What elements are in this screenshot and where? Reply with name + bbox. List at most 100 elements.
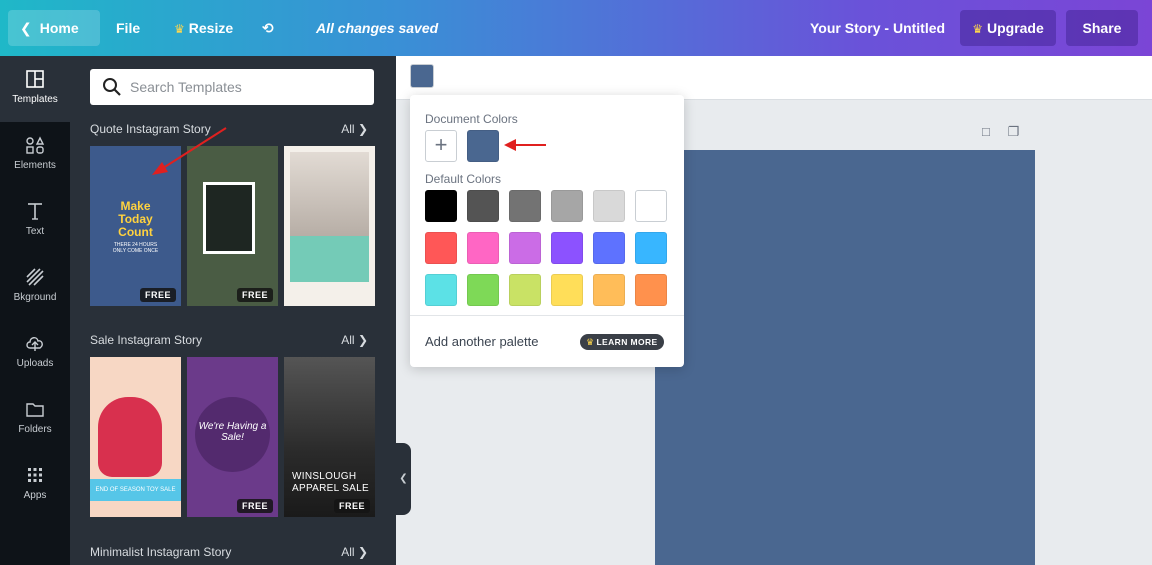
home-button[interactable]: ❮ Home xyxy=(8,10,100,46)
rail-item-background[interactable]: Bkground xyxy=(0,254,70,320)
resize-label: Resize xyxy=(188,20,234,36)
see-all-link[interactable]: All ❯ xyxy=(341,545,368,559)
rail-item-uploads[interactable]: Uploads xyxy=(0,320,70,386)
teddy-bear-image xyxy=(98,397,162,477)
rail-label: Templates xyxy=(12,94,58,105)
default-color-swatch[interactable] xyxy=(467,274,499,306)
upgrade-button[interactable]: ♛ Upgrade xyxy=(960,10,1056,46)
rail-item-folders[interactable]: Folders xyxy=(0,386,70,452)
rail-label: Folders xyxy=(18,424,52,435)
collapse-panel-button[interactable]: ❮ xyxy=(396,443,411,515)
see-all-link[interactable]: All ❯ xyxy=(341,333,368,347)
thumbnail-photo xyxy=(290,152,369,236)
color-picker-popover: Document Colors + Default Colors Add ano… xyxy=(410,95,684,367)
document-colors-heading: Document Colors xyxy=(425,112,518,126)
default-color-swatch[interactable] xyxy=(509,190,541,222)
rail-item-text[interactable]: Text xyxy=(0,188,70,254)
template-thumbnail[interactable]: We're Having a Sale! FREE xyxy=(187,357,278,517)
thumbnail-text: We're Having a Sale! xyxy=(198,421,267,443)
rail-label: Text xyxy=(25,226,45,237)
see-all-link[interactable]: All ❯ xyxy=(341,122,368,136)
thumbnail-text: WINSLOUGH APPAREL SALE xyxy=(292,471,369,494)
free-badge: FREE xyxy=(236,499,273,513)
rail-item-templates[interactable]: Templates xyxy=(0,56,70,122)
share-button[interactable]: Share xyxy=(1066,10,1138,46)
add-color-button[interactable]: + xyxy=(425,130,457,162)
see-all-label: All xyxy=(341,122,355,136)
default-color-swatch[interactable] xyxy=(425,190,457,222)
side-rail: Templates Elements Text Bkground Uploads… xyxy=(0,56,70,565)
crown-icon: ♛ xyxy=(972,22,983,36)
undo-icon[interactable]: ⟲ xyxy=(262,10,274,46)
canva-editor: ❮ Home File ♛ Resize ⟲ All changes saved Y… xyxy=(0,0,1152,565)
default-color-swatch[interactable] xyxy=(551,190,583,222)
template-thumbnail[interactable] xyxy=(284,146,375,306)
default-color-swatch[interactable] xyxy=(635,190,667,222)
default-color-swatch[interactable] xyxy=(635,232,667,264)
see-all-label: All xyxy=(341,545,355,559)
rail-label: Elements xyxy=(14,160,56,171)
duplicate-page-icon[interactable]: ❐ xyxy=(1007,124,1019,139)
thumbnail-text: END OF SEASON TOY SALE xyxy=(90,479,181,501)
chevron-left-icon: ❮ xyxy=(20,20,32,36)
default-color-swatch[interactable] xyxy=(467,190,499,222)
save-status: All changes saved xyxy=(316,20,439,36)
default-color-swatch[interactable] xyxy=(509,232,541,264)
template-thumbnail[interactable]: FREE xyxy=(187,146,278,306)
default-color-swatch[interactable] xyxy=(635,274,667,306)
rail-item-elements[interactable]: Elements xyxy=(0,122,70,188)
folder-icon xyxy=(26,403,44,417)
rail-item-apps[interactable]: Apps xyxy=(0,452,70,518)
default-color-swatch[interactable] xyxy=(467,232,499,264)
learn-more-badge[interactable]: ♛ LEARN MORE xyxy=(580,334,664,350)
thumbnail-circle: We're Having a Sale! xyxy=(195,397,270,472)
thumbnail-band xyxy=(290,236,369,282)
color-picker-button[interactable] xyxy=(410,64,434,88)
section-title: Quote Instagram Story xyxy=(90,122,211,136)
thumbnail-subtext: THERE 24 HOURS ONLY COME ONCE xyxy=(112,242,159,254)
top-bar: ❮ Home File ♛ Resize ⟲ All changes saved Y… xyxy=(0,0,1152,56)
page-actions: □ ❐ xyxy=(982,124,1019,140)
see-all-label: All xyxy=(341,333,355,347)
free-badge: FREE xyxy=(236,288,273,302)
resize-button[interactable]: ♛ Resize xyxy=(174,10,233,46)
default-color-swatch[interactable] xyxy=(551,232,583,264)
default-color-swatch[interactable] xyxy=(425,274,457,306)
thumbnail-photo xyxy=(203,182,255,254)
upgrade-label: Upgrade xyxy=(986,20,1044,36)
template-thumbnail[interactable]: END OF SEASON TOY SALE xyxy=(90,357,181,517)
templates-icon xyxy=(26,70,44,88)
search-icon xyxy=(103,78,121,96)
cloud-upload-icon xyxy=(26,337,43,351)
default-color-swatch[interactable] xyxy=(425,232,457,264)
section-title: Sale Instagram Story xyxy=(90,333,203,347)
default-color-swatch[interactable] xyxy=(551,274,583,306)
text-icon xyxy=(28,203,42,220)
section-title: Minimalist Instagram Story xyxy=(90,545,232,559)
add-palette-link[interactable]: Add another palette xyxy=(425,334,538,349)
default-color-swatch[interactable] xyxy=(509,274,541,306)
thumbnail-text: Make Today Count xyxy=(118,199,153,239)
default-color-swatch[interactable] xyxy=(593,232,625,264)
editor-toolbar xyxy=(396,56,1152,100)
divider xyxy=(410,315,684,316)
search-box[interactable] xyxy=(90,69,374,105)
template-thumbnail[interactable]: Make Today Count THERE 24 HOURS ONLY COM… xyxy=(90,146,181,306)
file-menu-button[interactable]: File xyxy=(116,10,140,46)
search-input[interactable] xyxy=(130,69,370,105)
document-title[interactable]: Your Story - Untitled xyxy=(810,10,945,46)
rail-label: Apps xyxy=(23,490,47,501)
default-colors-heading: Default Colors xyxy=(425,172,502,186)
default-color-swatch[interactable] xyxy=(593,190,625,222)
template-thumbnail[interactable]: WINSLOUGH APPAREL SALE FREE xyxy=(284,357,375,517)
default-color-swatch[interactable] xyxy=(593,274,625,306)
background-icon xyxy=(26,268,44,286)
elements-icon xyxy=(26,136,45,154)
free-badge: FREE xyxy=(139,288,176,302)
comment-icon[interactable]: □ xyxy=(982,124,990,139)
crown-icon: ♛ xyxy=(174,22,185,36)
design-canvas[interactable] xyxy=(655,150,1035,565)
document-color-swatch[interactable] xyxy=(467,130,499,162)
learn-more-label: LEARN MORE xyxy=(596,337,658,347)
crown-icon: ♛ xyxy=(586,337,595,347)
